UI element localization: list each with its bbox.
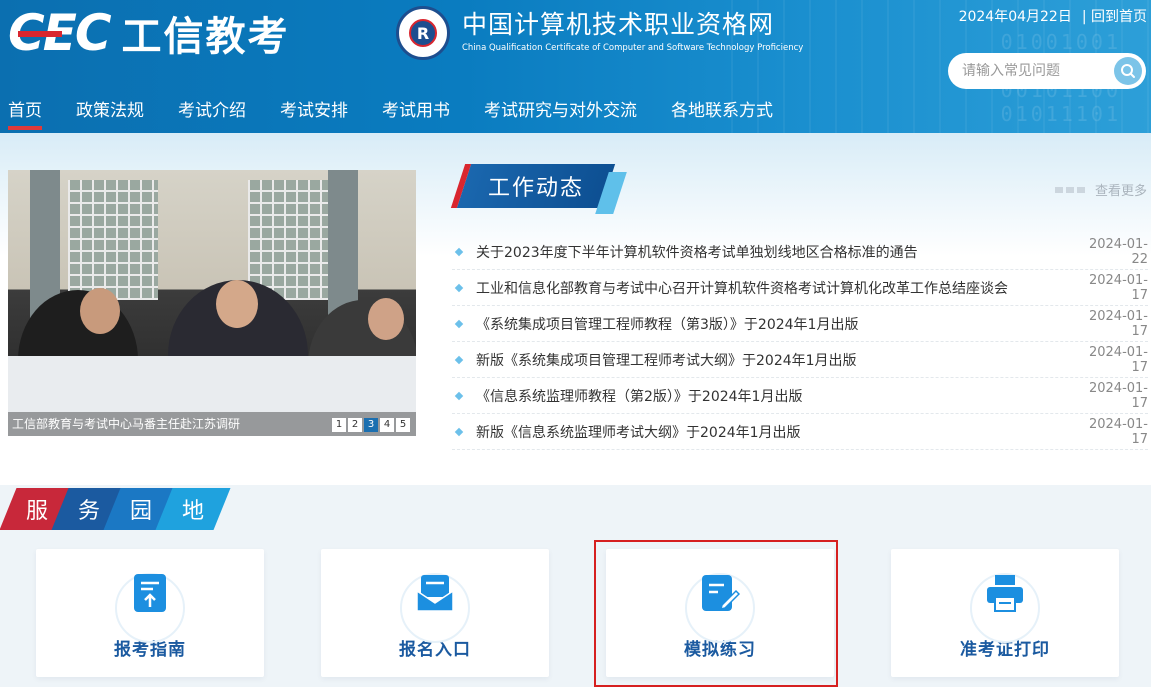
news-slider[interactable]: 工信部教育与考试中心马番主任赴江苏调研 1 2 3 4 5 <box>8 170 416 436</box>
news-title[interactable]: 关于2023年度下半年计算机软件资格考试单独划线地区合格标准的通告 <box>476 242 1078 262</box>
photo-curtain <box>328 170 358 320</box>
search-button[interactable] <box>1114 57 1142 85</box>
news-list: 关于2023年度下半年计算机软件资格考试单独划线地区合格标准的通告 2024-01… <box>452 234 1148 450</box>
guide-upload-icon <box>134 574 166 612</box>
service-card-guide[interactable]: 报考指南 <box>36 549 264 677</box>
news-more-label: 查看更多 <box>1094 184 1147 199</box>
logo-text: 工信教考 <box>121 14 290 60</box>
news-date: 2024-01-17 <box>1088 272 1148 303</box>
seal-emblem-icon: R <box>396 6 450 60</box>
news-item[interactable]: 《系统集成项目管理工程师教程（第3版）》于2024年1月出版 2024-01-17 <box>452 306 1148 342</box>
site-title-en: China Qualification Certificate of Compu… <box>462 43 804 53</box>
bullet-icon <box>454 283 464 292</box>
news-item[interactable]: 关于2023年度下半年计算机软件资格考试单独划线地区合格标准的通告 2024-01… <box>452 234 1148 270</box>
nav-item-exam-intro[interactable]: 考试介绍 <box>178 96 246 132</box>
news-title[interactable]: 《系统集成项目管理工程师教程（第3版）》于2024年1月出版 <box>476 314 1078 334</box>
search-icon <box>1121 64 1135 78</box>
photo-window <box>248 180 328 300</box>
nav-item-exam-schedule[interactable]: 考试安排 <box>280 96 348 132</box>
bullet-icon <box>454 391 464 400</box>
printer-icon <box>987 575 1023 612</box>
date-bar: 2024年04月22日 | 回到首页 <box>959 6 1147 26</box>
bullet-icon <box>454 319 464 328</box>
nav-item-research-exchange[interactable]: 考试研究与对外交流 <box>484 96 637 132</box>
photo-face <box>216 280 258 328</box>
news-date: 2024-01-17 <box>1088 380 1148 411</box>
search-input[interactable] <box>962 63 1107 79</box>
news-item[interactable]: 新版《系统集成项目管理工程师考试大纲》于2024年1月出版 2024-01-17 <box>452 342 1148 378</box>
slider-page-1[interactable]: 1 <box>332 418 346 432</box>
services-heading-char: 园 <box>129 499 152 524</box>
slider-pager: 1 2 3 4 5 <box>332 418 410 432</box>
bullet-icon <box>454 355 464 364</box>
news-title[interactable]: 新版《系统集成项目管理工程师考试大纲》于2024年1月出版 <box>476 350 1078 370</box>
news-item[interactable]: 工业和信息化部教育与考试中心召开计算机软件资格考试计算机化改革工作总结座谈会 20… <box>452 270 1148 306</box>
nav-item-local-contacts[interactable]: 各地联系方式 <box>671 96 773 132</box>
more-bars-icon <box>1054 186 1087 193</box>
site-title: 中国计算机技术职业资格网 China Qualification Certifi… <box>462 10 803 54</box>
site-header: 01001001101010010010110001011101 CEC 工信教… <box>0 0 1151 133</box>
logo-cec: CEC <box>8 4 112 62</box>
service-card-register[interactable]: 报名入口 <box>321 549 549 677</box>
photo-face <box>80 288 120 334</box>
seal-letter: R <box>409 19 437 47</box>
current-date: 2024年04月22日 <box>958 9 1072 25</box>
slider-page-2[interactable]: 2 <box>348 418 362 432</box>
news-item[interactable]: 《信息系统监理师教程（第2版）》于2024年1月出版 2024-01-17 <box>452 378 1148 414</box>
news-title[interactable]: 工业和信息化部教育与考试中心召开计算机软件资格考试计算机化改革工作总结座谈会 <box>476 278 1078 298</box>
home-link[interactable]: | 回到首页 <box>1082 6 1147 26</box>
services-heading: 服 务 园 地 <box>0 488 231 530</box>
news-date: 2024-01-17 <box>1088 344 1148 375</box>
slider-page-3[interactable]: 3 <box>364 418 378 432</box>
site-logo[interactable]: CEC 工信教考 <box>8 4 290 62</box>
news-item[interactable]: 新版《信息系统监理师考试大纲》于2024年1月出版 2024-01-17 <box>452 414 1148 450</box>
nav-item-policy[interactable]: 政策法规 <box>76 96 144 132</box>
service-card-admission-print[interactable]: 准考证打印 <box>891 549 1119 677</box>
services-heading-char: 地 <box>181 499 204 524</box>
envelope-icon <box>416 575 454 612</box>
news-date: 2024-01-22 <box>1088 236 1148 267</box>
search-box <box>948 53 1146 89</box>
slider-page-5[interactable]: 5 <box>396 418 410 432</box>
services-heading-char: 务 <box>77 499 100 524</box>
nav-item-home[interactable]: 首页 <box>8 96 42 132</box>
edit-document-icon <box>702 575 740 611</box>
news-more[interactable]: 查看更多 <box>1054 180 1147 199</box>
bullet-icon <box>454 247 464 256</box>
nav-item-exam-books[interactable]: 考试用书 <box>382 96 450 132</box>
bullet-icon <box>454 427 464 436</box>
main-nav: 首页 政策法规 考试介绍 考试安排 考试用书 考试研究与对外交流 各地联系方式 <box>8 96 807 132</box>
slider-page-4[interactable]: 4 <box>380 418 394 432</box>
news-title[interactable]: 《信息系统监理师教程（第2版）》于2024年1月出版 <box>476 386 1078 406</box>
news-date: 2024-01-17 <box>1088 416 1148 447</box>
photo-face <box>368 298 404 340</box>
selection-highlight-box <box>594 540 838 687</box>
site-title-cn: 中国计算机技术职业资格网 <box>462 10 775 39</box>
news-heading-label: 工作动态 <box>488 176 585 201</box>
news-date: 2024-01-17 <box>1088 308 1148 339</box>
news-title[interactable]: 新版《信息系统监理师考试大纲》于2024年1月出版 <box>476 422 1078 442</box>
services-heading-char: 服 <box>25 499 48 524</box>
photo-window <box>68 180 158 300</box>
